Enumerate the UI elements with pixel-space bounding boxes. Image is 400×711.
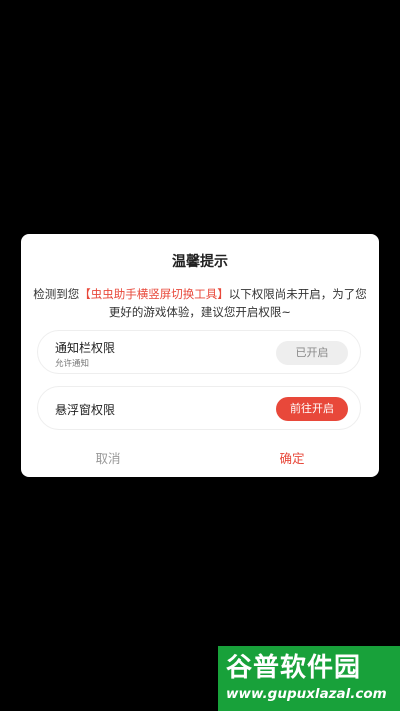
go-enable-button[interactable]: 前往开启 bbox=[276, 397, 348, 421]
permission-row-notification: 通知栏权限 允许通知 已开启 bbox=[37, 330, 361, 374]
permission-description: 允许通知 bbox=[55, 359, 90, 369]
watermark-logo: 谷普软件园 www.gupuxlazal.com bbox=[218, 646, 400, 711]
dialog-message: 检测到您【虫虫助手横竖屏切换工具】以下权限尚未开启，为了您 更好的游戏体验，建议… bbox=[21, 285, 379, 321]
message-app-name: 【虫虫助手横竖屏切换工具】 bbox=[79, 287, 229, 301]
message-prefix: 检测到您 bbox=[33, 287, 80, 301]
permission-name: 通知栏权限 bbox=[55, 341, 116, 355]
permission-row-floating-window: 悬浮窗权限 前往开启 bbox=[37, 386, 361, 430]
dialog-footer: 取消 确定 bbox=[21, 448, 379, 468]
watermark-url: www.gupuxlazal.com bbox=[226, 686, 387, 702]
permission-enabled-button[interactable]: 已开启 bbox=[276, 341, 348, 365]
cancel-button[interactable]: 取消 bbox=[83, 448, 133, 467]
permission-dialog: 温馨提示 检测到您【虫虫助手横竖屏切换工具】以下权限尚未开启，为了您 更好的游戏… bbox=[21, 234, 379, 477]
dialog-title: 温馨提示 bbox=[172, 254, 228, 270]
confirm-button[interactable]: 确定 bbox=[267, 448, 317, 467]
screen: 温馨提示 检测到您【虫虫助手横竖屏切换工具】以下权限尚未开启，为了您 更好的游戏… bbox=[0, 0, 400, 711]
message-line-2: 更好的游戏体验，建议您开启权限~ bbox=[108, 305, 292, 319]
watermark-logo-text: 谷普软件园 bbox=[226, 653, 362, 683]
message-suffix: 以下权限尚未开启，为了您 bbox=[228, 287, 367, 301]
message-line-1: 检测到您【虫虫助手横竖屏切换工具】以下权限尚未开启，为了您 bbox=[21, 285, 379, 303]
permission-name: 悬浮窗权限 bbox=[55, 403, 116, 417]
